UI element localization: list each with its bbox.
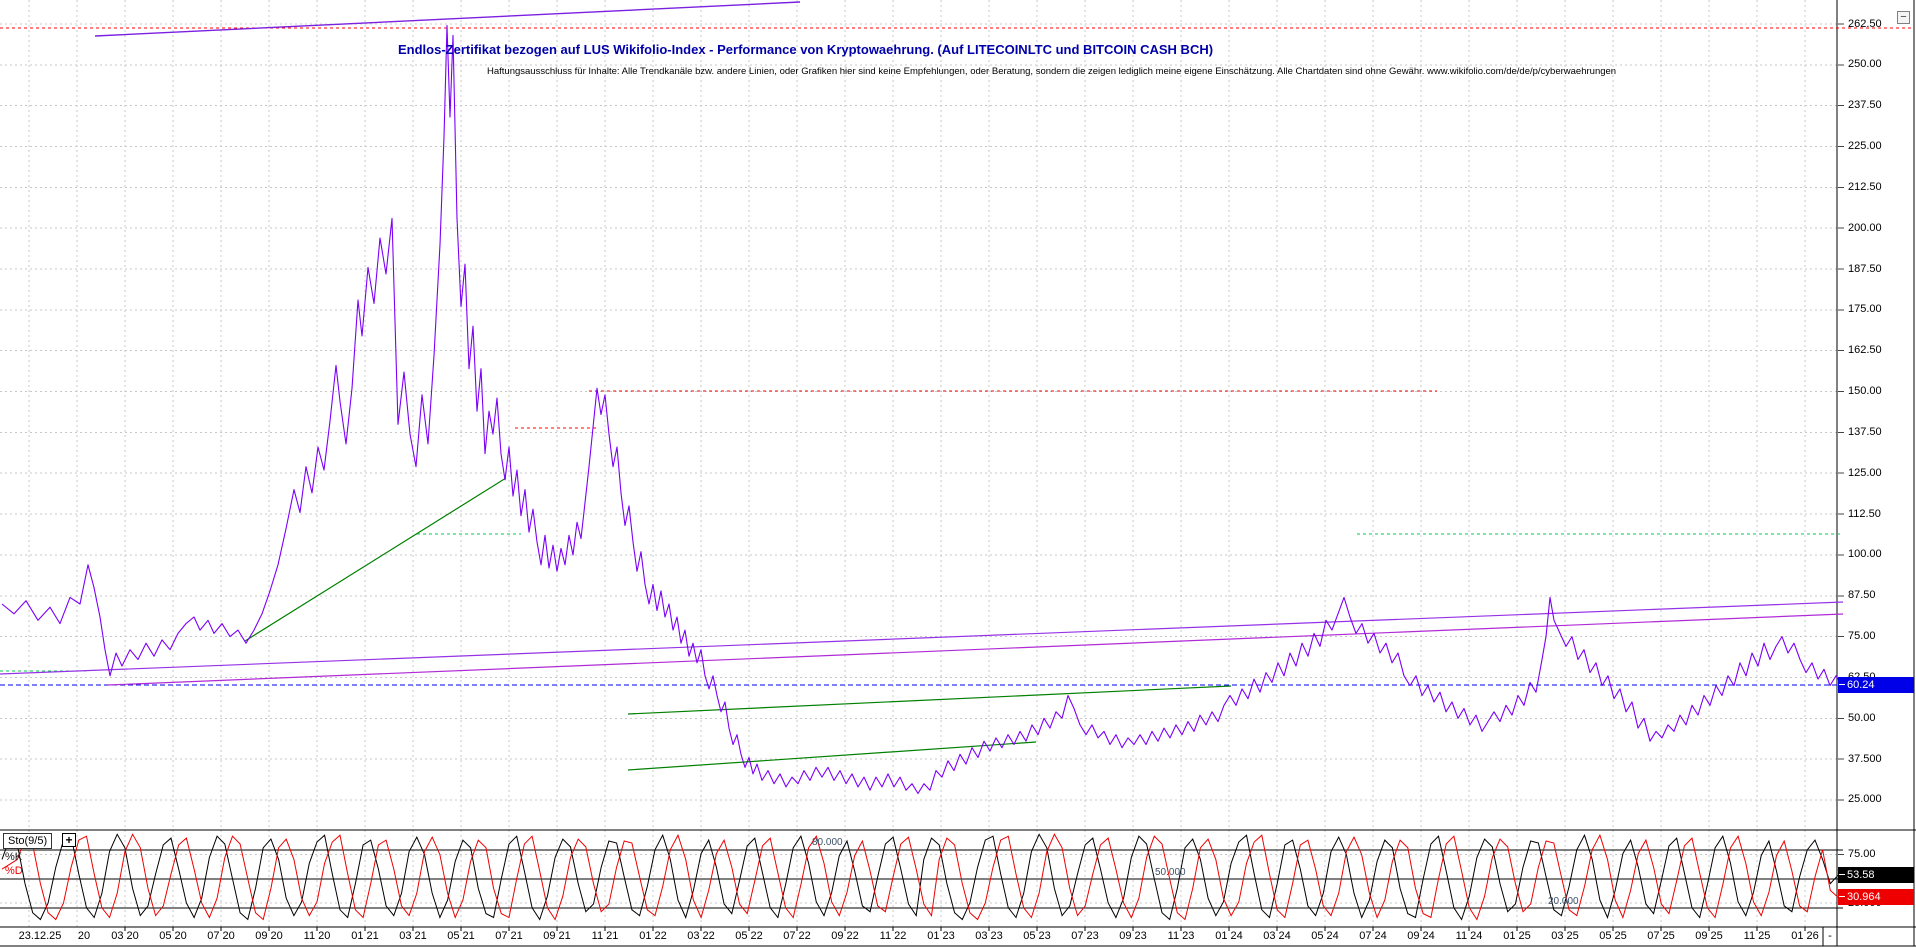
price-axis-label: 200.00 xyxy=(1848,221,1882,234)
price-axis-label: 175.00 xyxy=(1848,303,1882,316)
sto-level-label: 20.000 xyxy=(1548,896,1579,907)
x-axis-label: 01 24 xyxy=(1215,930,1243,942)
x-axis-label: 11 25 xyxy=(1743,930,1771,942)
chart-disclaimer: Haftungsausschluss für Inhalte: Alle Tre… xyxy=(487,66,1617,77)
x-axis-label: 09 24 xyxy=(1407,930,1435,942)
x-axis-label: 07 21 xyxy=(495,930,523,942)
x-axis-label: 07 20 xyxy=(207,930,235,942)
chart-canvas xyxy=(0,0,1916,947)
sto-indicator-button[interactable]: Sto(9/5) xyxy=(3,833,53,849)
x-axis-label: 11 23 xyxy=(1167,930,1195,942)
sto-k-value: 53.58 xyxy=(1838,867,1914,883)
x-axis-label: 05 23 xyxy=(1023,930,1051,942)
add-indicator-button[interactable]: + xyxy=(62,833,76,847)
x-axis-label: 11 21 xyxy=(591,930,619,942)
x-axis-label: 09 23 xyxy=(1119,930,1147,942)
sto-d-value: 30.964 xyxy=(1838,889,1914,905)
price-axis-label: 250.00 xyxy=(1848,58,1882,71)
x-axis-label: 01 26 xyxy=(1791,930,1819,942)
x-axis-label: 09 20 xyxy=(255,930,283,942)
x-axis-label: 09 21 xyxy=(543,930,571,942)
sto-axis-label: 75.00 xyxy=(1848,848,1876,861)
x-axis-label: 01 22 xyxy=(639,930,667,942)
x-axis-label: 01 23 xyxy=(927,930,955,942)
price-axis-label: 150.00 xyxy=(1848,385,1882,398)
current-price-label: 60.24 xyxy=(1838,677,1914,693)
x-axis-label: 09 22 xyxy=(831,930,859,942)
x-axis-label: 03 20 xyxy=(111,930,139,942)
x-axis-label: 11 22 xyxy=(879,930,907,942)
x-axis-label: 03 25 xyxy=(1551,930,1579,942)
x-axis-label: 23.12.25 xyxy=(18,930,62,942)
price-axis-label: 37.500 xyxy=(1848,752,1882,765)
x-axis-label: 05 20 xyxy=(159,930,187,942)
x-axis-label: 03 24 xyxy=(1263,930,1291,942)
x-axis-label: 01 25 xyxy=(1503,930,1531,942)
x-axis-label: 07 22 xyxy=(783,930,811,942)
chart-window: Endlos-Zertifikat bezogen auf LUS Wikifo… xyxy=(0,0,1916,948)
price-axis-label: 87.50 xyxy=(1848,589,1876,602)
price-axis-label: 225.00 xyxy=(1848,140,1882,153)
sto-k-legend: %K xyxy=(5,851,23,863)
trend-channel-upper-purple xyxy=(0,601,1844,675)
x-axis-overflow-cell: - xyxy=(1828,930,1832,942)
price-axis-label: 25.000 xyxy=(1848,793,1882,806)
x-axis-label: 07 25 xyxy=(1647,930,1675,942)
price-axis-label: 162.50 xyxy=(1848,344,1882,357)
x-axis-label: 05 24 xyxy=(1311,930,1339,942)
price-axis-label: 137.50 xyxy=(1848,425,1882,438)
sto-d-legend: %D xyxy=(5,865,23,877)
x-axis-label: 03 21 xyxy=(399,930,427,942)
price-axis-label: 75.00 xyxy=(1848,630,1876,643)
trend-channel-lower-magenta xyxy=(107,613,1844,686)
x-axis-label: 03 22 xyxy=(687,930,715,942)
x-axis-label: 11 20 xyxy=(303,930,331,942)
sto-level-label: 80.000 xyxy=(812,837,843,848)
price-axis-label: 125.00 xyxy=(1848,466,1882,479)
x-axis-label: 11 24 xyxy=(1455,930,1483,942)
price-axis-label: 187.50 xyxy=(1848,262,1882,275)
x-axis-label: 05 21 xyxy=(447,930,475,942)
trend-green-mid-lower xyxy=(627,741,1037,771)
trend-green-2021 xyxy=(244,477,507,642)
price-axis-label: 112.50 xyxy=(1848,507,1881,520)
x-axis-label: 09 25 xyxy=(1695,930,1723,942)
price-axis-label: 100.00 xyxy=(1848,548,1882,561)
chart-title: Endlos-Zertifikat bezogen auf LUS Wikifo… xyxy=(398,42,1214,57)
x-axis-label: 01 21 xyxy=(351,930,379,942)
x-axis-label: 05 22 xyxy=(735,930,763,942)
x-axis-label: 20 xyxy=(77,930,91,942)
x-axis-label: 07 23 xyxy=(1071,930,1099,942)
price-axis-label: 237.50 xyxy=(1848,99,1882,112)
price-axis-label: 50.00 xyxy=(1848,711,1876,724)
price-axis-label: 262.50 xyxy=(1848,17,1882,30)
collapse-button[interactable]: − xyxy=(1897,11,1910,24)
sto-level-label: 50.000 xyxy=(1155,867,1186,878)
price-axis-label: 212.50 xyxy=(1848,180,1882,193)
x-axis-label: 03 23 xyxy=(975,930,1003,942)
x-axis-label: 07 24 xyxy=(1359,930,1387,942)
x-axis-label: 05 25 xyxy=(1599,930,1627,942)
